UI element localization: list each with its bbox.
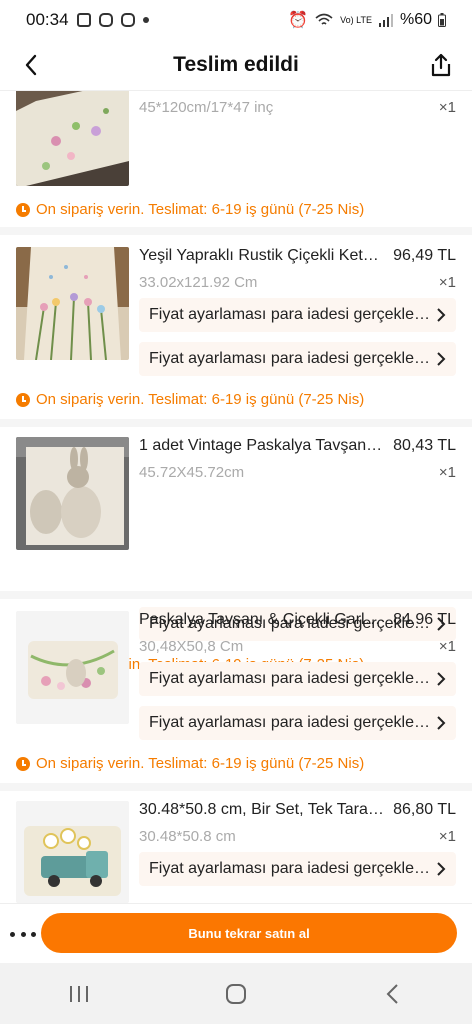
product-image[interactable]: [16, 611, 129, 724]
home-icon[interactable]: [224, 982, 248, 1006]
page-title: Teslim edildi: [173, 53, 299, 76]
network-label: Vo) LTE: [340, 14, 372, 25]
more-dot-icon: [31, 931, 36, 937]
variant-text: 45*120cm/17*47 inç: [139, 99, 274, 116]
variant-text: 30,48X50,8 Cm: [139, 638, 244, 655]
refund-info-button[interactable]: Fiyat ayarlaması para iadesi gerçekleşti…: [139, 852, 456, 886]
quantity-text: ×1: [438, 99, 456, 116]
chevron-right-icon: [437, 308, 446, 322]
product-image-runner[interactable]: [16, 91, 129, 186]
product-title: 1 adet Vintage Paskalya Tavşanı Yastık K…: [139, 437, 385, 454]
delivery-info: On sipariş verin. Teslimat: 6-19 iş günü…: [16, 201, 364, 218]
instagram-icon: [98, 13, 113, 27]
delivery-info: On sipariş verin. Teslimat: 6-19 iş günü…: [16, 391, 364, 408]
wifi-icon: [315, 13, 333, 25]
quantity-text: ×1: [438, 828, 456, 845]
chevron-right-icon: [437, 352, 446, 366]
share-icon: [431, 53, 451, 77]
bunny-garland-pillow-image: [16, 611, 129, 724]
list-item[interactable]: 1 adet Vintage Paskalya Tavşanı Yastık K…: [0, 427, 472, 673]
list-item[interactable]: 30.48*50.8 cm, Bir Set, Tek Taraflı Bask…: [0, 791, 472, 903]
system-navigation-bar: [0, 963, 472, 1024]
battery-percent: %60: [399, 11, 432, 28]
delivery-text: On sipariş verin. Teslimat: 6-19 iş günü…: [36, 755, 365, 772]
status-time: 00:34: [26, 10, 69, 29]
chevron-left-icon: [25, 54, 37, 76]
product-image[interactable]: [16, 437, 129, 550]
clock-icon: [16, 392, 30, 407]
chevron-right-icon: [437, 672, 446, 686]
product-price: 96,49 TL: [393, 247, 456, 264]
signal-icon: [378, 14, 393, 27]
product-title: 30.48*50.8 cm, Bir Set, Tek Taraflı Bask…: [139, 801, 385, 818]
order-items-list: 45*120cm/17*47 inç ×1 On sipariş verin. …: [0, 91, 472, 903]
back-nav-icon[interactable]: [381, 982, 405, 1006]
floral-table-runner-image: [16, 247, 129, 360]
clock-icon: [16, 202, 30, 217]
chevron-right-icon: [437, 716, 446, 730]
refund-info-button[interactable]: Fiyat ayarlaması para iadesi gerçekleşti…: [139, 706, 456, 740]
divider: [0, 419, 472, 427]
divider: [0, 591, 472, 599]
refund-text: Fiyat ayarlaması para iadesi gerçekleşti…: [149, 306, 434, 323]
more-dot-icon: [20, 931, 26, 937]
back-button[interactable]: [14, 48, 48, 82]
share-button[interactable]: [424, 48, 458, 82]
recent-apps-icon[interactable]: [67, 983, 91, 1005]
delivery-info: On sipariş verin. Teslimat: 6-19 iş günü…: [16, 755, 364, 772]
header: Teslim edildi: [0, 40, 472, 91]
instagram-icon-2: [120, 13, 135, 27]
product-price: 80,43 TL: [393, 437, 456, 454]
refund-text: Fiyat ayarlaması para iadesi gerçekleşti…: [149, 670, 434, 687]
refund-info-button[interactable]: Fiyat ayarlaması para iadesi gerçekleşti…: [139, 298, 456, 332]
list-item[interactable]: Paskalya Tavşanı & Çiçekli Garlanda Yast…: [0, 601, 472, 781]
product-image[interactable]: [16, 247, 129, 360]
more-options-button[interactable]: [10, 922, 36, 946]
status-bar: 00:34 ⏰ Vo) LTE %60: [0, 0, 472, 40]
truck-pillow-image: [16, 801, 129, 903]
quantity-text: ×1: [438, 638, 456, 655]
product-price: 86,80 TL: [393, 801, 456, 818]
gallery-icon: [76, 13, 91, 27]
refund-text: Fiyat ayarlaması para iadesi gerçekleşti…: [149, 350, 434, 367]
chevron-right-icon: [437, 862, 446, 876]
clock-icon: [16, 756, 30, 771]
quantity-text: ×1: [438, 274, 456, 291]
divider: [0, 783, 472, 791]
refund-text: Fiyat ayarlaması para iadesi gerçekleşti…: [149, 860, 434, 877]
refund-text: Fiyat ayarlaması para iadesi gerçekleşti…: [149, 714, 434, 731]
variant-text: 30.48*50.8 cm: [139, 828, 236, 845]
bunny-pillow-image: [16, 437, 129, 550]
refund-info-button[interactable]: Fiyat ayarlaması para iadesi gerçekleşti…: [139, 662, 456, 696]
battery-icon: [438, 13, 446, 27]
variant-text: 45.72X45.72cm: [139, 464, 245, 481]
product-title: Yeşil Yapraklı Rustik Çiçekli Keten Masa…: [139, 247, 385, 264]
buy-again-button[interactable]: Bunu tekrar satın al: [41, 913, 457, 953]
variant-text: 33.02x121.92 Cm: [139, 274, 258, 291]
delivery-text: On sipariş verin. Teslimat: 6-19 iş günü…: [36, 391, 365, 408]
product-image[interactable]: [16, 801, 129, 903]
divider: [0, 227, 472, 235]
notification-dot-icon: [142, 17, 149, 23]
bottom-action-bar: Bunu tekrar satın al: [0, 903, 472, 964]
delivery-text: On sipariş verin. Teslimat: 6-19 iş günü…: [36, 201, 365, 218]
table-runner-image: [16, 91, 129, 186]
list-item[interactable]: Yeşil Yapraklı Rustik Çiçekli Keten Masa…: [0, 237, 472, 417]
list-item[interactable]: 45*120cm/17*47 inç ×1 On sipariş verin. …: [0, 91, 472, 226]
quantity-text: ×1: [438, 464, 456, 481]
refund-info-button[interactable]: Fiyat ayarlaması para iadesi gerçekleşti…: [139, 342, 456, 376]
product-title: Paskalya Tavşanı & Çiçekli Garlanda Yast…: [139, 611, 385, 628]
alarm-icon: ⏰: [288, 12, 309, 29]
product-price: 84,96 TL: [393, 611, 456, 628]
more-dot-icon: [10, 931, 15, 937]
